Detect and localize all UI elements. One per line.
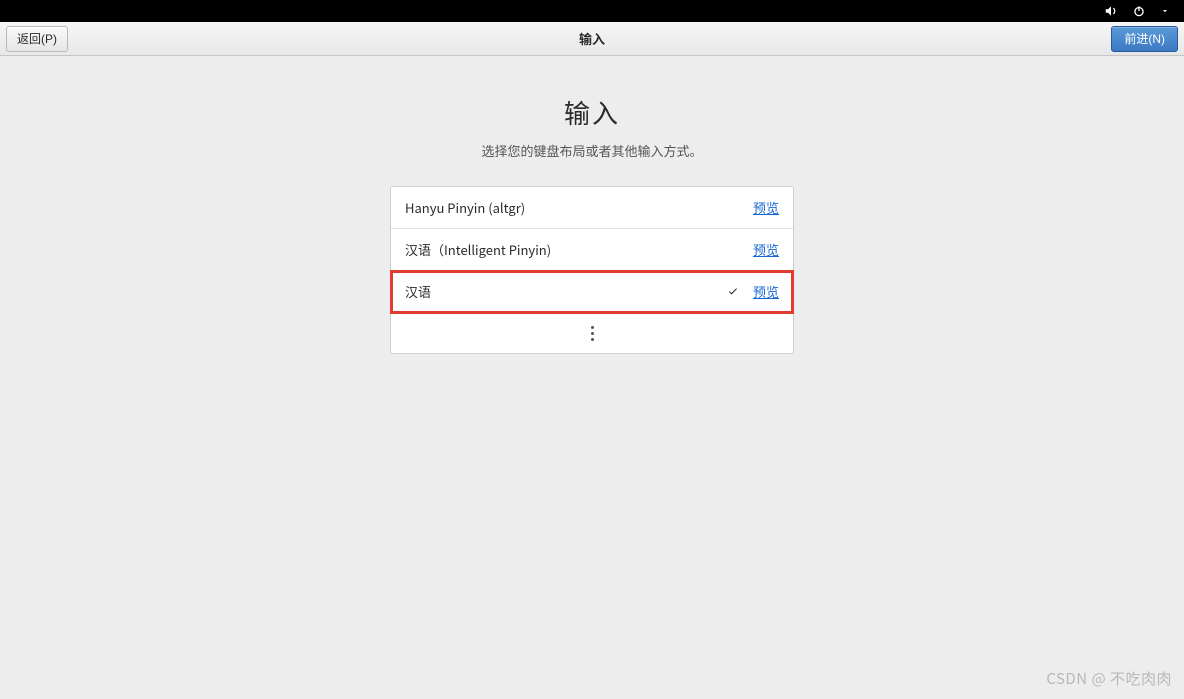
content-area: 输入 选择您的键盘布局或者其他输入方式。 Hanyu Pinyin (altgr… [0, 56, 1184, 354]
power-icon[interactable] [1132, 4, 1146, 18]
preview-link[interactable]: 预览 [753, 282, 779, 301]
more-button[interactable] [391, 313, 793, 353]
page-subtitle: 选择您的键盘布局或者其他输入方式。 [481, 141, 702, 160]
list-item[interactable]: 汉语（Intelligent Pinyin) 预览 [391, 229, 793, 271]
volume-icon[interactable] [1104, 4, 1118, 18]
check-icon [725, 286, 741, 298]
system-topbar [0, 0, 1184, 22]
watermark: CSDN @ 不吃肉肉 [1046, 668, 1172, 689]
list-item-label: 汉语（Intelligent Pinyin) [405, 240, 725, 259]
header-bar: 返回(P) 输入 前进(N) [0, 22, 1184, 56]
forward-button[interactable]: 前进(N) [1111, 26, 1178, 52]
list-item[interactable]: 汉语 预览 [391, 271, 793, 313]
preview-link[interactable]: 预览 [753, 198, 779, 217]
input-sources-list: Hanyu Pinyin (altgr) 预览 汉语（Intelligent P… [390, 186, 794, 354]
page-title: 输入 [564, 94, 620, 131]
more-vertical-icon [591, 326, 594, 341]
list-item-label: Hanyu Pinyin (altgr) [405, 198, 725, 217]
chevron-down-icon[interactable] [1160, 6, 1170, 16]
back-button[interactable]: 返回(P) [6, 26, 68, 52]
header-title: 输入 [579, 29, 605, 48]
list-item-label: 汉语 [405, 282, 725, 301]
list-item[interactable]: Hanyu Pinyin (altgr) 预览 [391, 187, 793, 229]
preview-link[interactable]: 预览 [753, 240, 779, 259]
